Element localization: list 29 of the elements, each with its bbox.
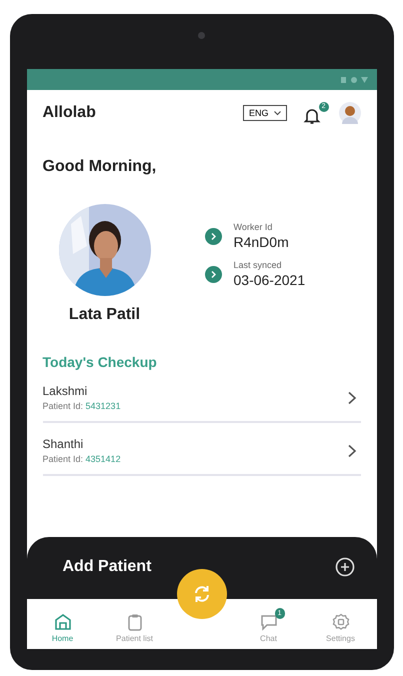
home-icon <box>54 613 72 631</box>
detail-label: Worker Id <box>234 222 274 232</box>
patient-row[interactable]: Shanthi Patient Id: 4351412 <box>42 423 360 476</box>
sync-button[interactable] <box>176 569 226 619</box>
patient-row[interactable]: Lakshmi Patient Id: 5431231 <box>42 370 360 423</box>
chevron-icon <box>346 390 356 404</box>
detail-value: 03-06-2021 <box>234 272 306 288</box>
chevron-icon <box>346 444 356 458</box>
settings-icon <box>332 613 350 631</box>
chat-icon <box>260 613 278 631</box>
add-patient-button[interactable]: Add Patient <box>26 537 376 599</box>
caret-icon <box>274 110 280 116</box>
nav-tab[interactable]: Home <box>32 607 92 643</box>
app-title: Allolab <box>42 104 97 122</box>
nav-tab[interactable]: Patient list <box>104 607 164 643</box>
add-icon <box>334 557 354 577</box>
status-icons <box>340 76 368 84</box>
camera-dot <box>198 32 205 39</box>
nav-tab[interactable]: Settings <box>310 607 370 643</box>
detail-value: R4nD0m <box>234 234 289 250</box>
section-title: Today's Checkup <box>42 354 158 370</box>
bell-icon <box>302 106 320 124</box>
language-dropdown[interactable]: ENG <box>242 105 286 121</box>
chevron-icon <box>204 266 222 282</box>
detail-label: Last synced <box>234 260 283 270</box>
worker-name: Lata Patil <box>68 306 140 324</box>
chevron-icon <box>204 228 222 244</box>
clipboard-icon <box>126 613 144 631</box>
greeting: Good Morning, <box>42 158 158 176</box>
